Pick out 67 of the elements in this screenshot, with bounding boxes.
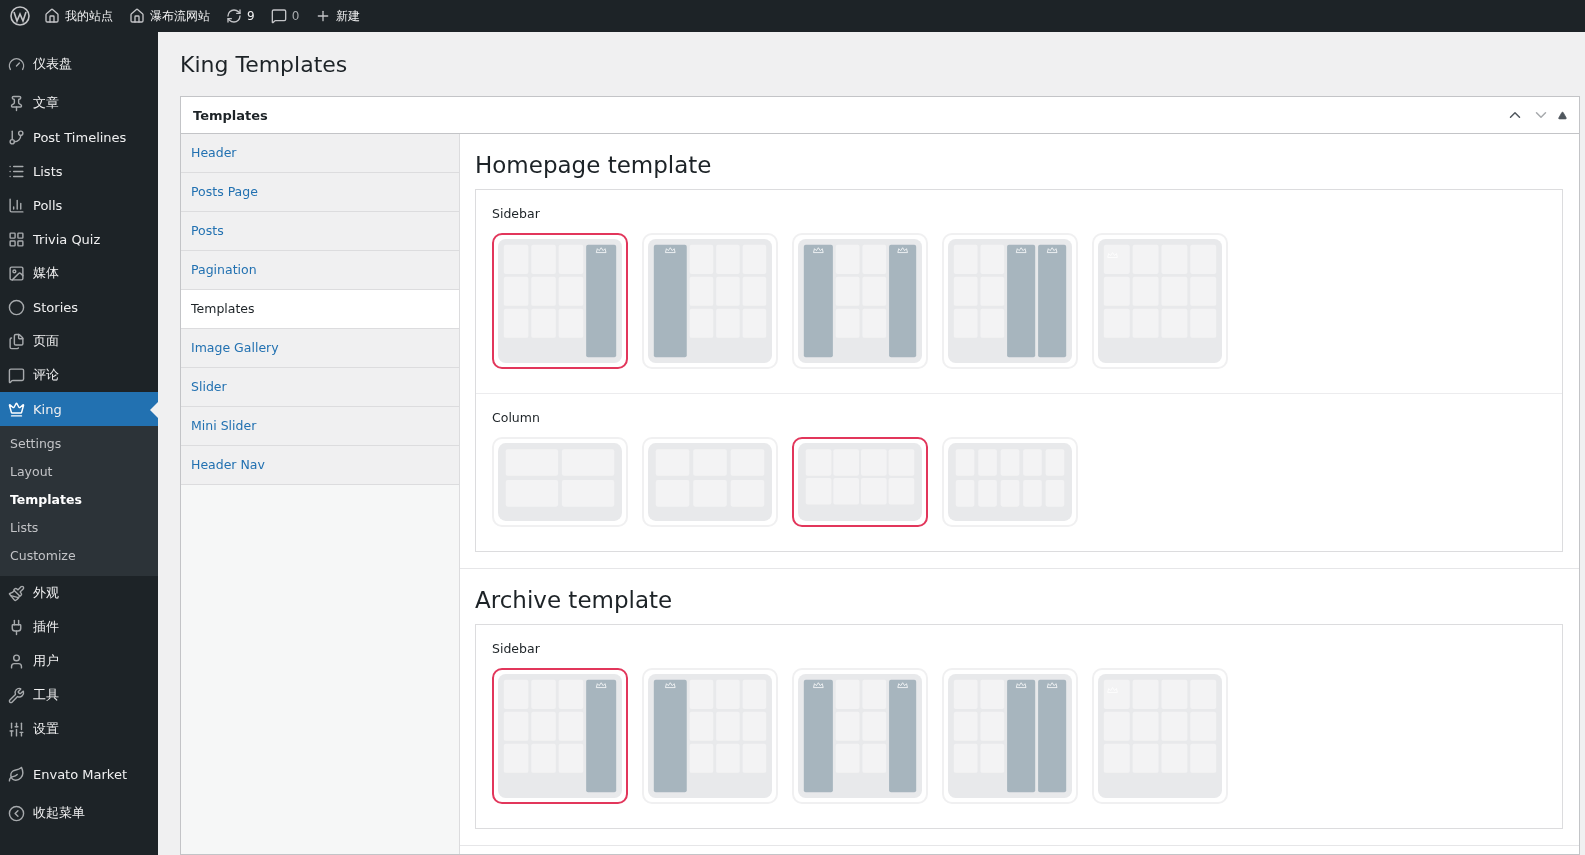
- menu-item[interactable]: Lists: [0, 154, 158, 188]
- circle-icon: [8, 298, 25, 316]
- menu-item[interactable]: King: [0, 392, 158, 426]
- menu-item[interactable]: 设置: [0, 712, 158, 746]
- bar-chart-icon: [8, 196, 25, 214]
- tab[interactable]: Posts Page: [181, 173, 459, 212]
- tab[interactable]: Header Nav: [181, 446, 459, 485]
- admin-bar-link[interactable]: 0: [262, 0, 308, 32]
- group-label: Sidebar: [492, 641, 541, 656]
- menu-item[interactable]: 收起菜单: [0, 796, 158, 830]
- section-title: Homepage template: [475, 152, 713, 178]
- layout-option[interactable]: [792, 437, 928, 527]
- menu-item[interactable]: 用户: [0, 644, 158, 678]
- tab[interactable]: Image Gallery: [181, 329, 459, 368]
- collapse-icon: [8, 804, 25, 822]
- admin-bar-link[interactable]: 瀑布流网站: [121, 0, 218, 32]
- admin-bar-link[interactable]: 我的站点: [36, 0, 121, 32]
- submenu-item[interactable]: Lists: [0, 514, 158, 542]
- brush-icon: [8, 584, 25, 602]
- admin-bar-link[interactable]: 新建: [307, 0, 369, 32]
- tab[interactable]: Posts: [181, 212, 459, 251]
- submenu-item[interactable]: Customize: [0, 542, 158, 570]
- submenu-item[interactable]: Templates: [0, 486, 158, 514]
- crown-icon: [8, 400, 25, 418]
- menu-item[interactable]: Stories: [0, 290, 158, 324]
- comment-icon: [8, 366, 25, 384]
- layout-option[interactable]: [492, 233, 628, 369]
- section-title: Archive template: [475, 587, 674, 613]
- layout-option[interactable]: [492, 668, 628, 804]
- group-label: Column: [492, 410, 541, 425]
- tab[interactable]: Header: [181, 134, 459, 173]
- pages-icon: [8, 332, 25, 350]
- menu-item[interactable]: Envato Market: [0, 752, 158, 796]
- panel-title: Templates: [193, 107, 269, 123]
- menu-item[interactable]: Trivia Quiz: [0, 222, 158, 256]
- home-icon: [129, 8, 145, 24]
- tab[interactable]: Mini Slider: [181, 407, 459, 446]
- menu-item[interactable]: Polls: [0, 188, 158, 222]
- menu-item[interactable]: 仪表盘: [0, 42, 158, 86]
- user-icon: [8, 652, 25, 670]
- home-icon: [44, 8, 60, 24]
- sliders-icon: [8, 720, 25, 738]
- tab[interactable]: Pagination: [181, 251, 459, 290]
- grid-icon: [8, 230, 25, 248]
- submenu-item[interactable]: Settings: [0, 430, 158, 458]
- menu-item[interactable]: 插件: [0, 610, 158, 644]
- tab[interactable]: Slider: [181, 368, 459, 407]
- admin-bar-link[interactable]: 9: [218, 0, 263, 32]
- gauge-icon: [8, 55, 25, 73]
- menu-item[interactable]: Post Timelines: [0, 120, 158, 154]
- menu-item[interactable]: 工具: [0, 678, 158, 712]
- menu-item[interactable]: 文章: [0, 86, 158, 120]
- page-title: King Templates: [180, 52, 349, 77]
- image-icon: [8, 264, 25, 282]
- group-label: Sidebar: [492, 206, 541, 221]
- menu-item[interactable]: 外观: [0, 576, 158, 610]
- menu-item[interactable]: 评论: [0, 358, 158, 392]
- tab[interactable]: Templates: [181, 290, 459, 329]
- refresh-icon: [226, 8, 242, 24]
- submenu-item[interactable]: Layout: [0, 458, 158, 486]
- menu-item[interactable]: 页面: [0, 324, 158, 358]
- comment-icon: [270, 8, 287, 24]
- wrench-icon: [8, 686, 25, 704]
- triangle-up-icon: [1558, 110, 1567, 120]
- leaf-icon: [8, 765, 25, 783]
- pin-icon: [8, 94, 25, 112]
- menu-item[interactable]: 媒体: [0, 256, 158, 290]
